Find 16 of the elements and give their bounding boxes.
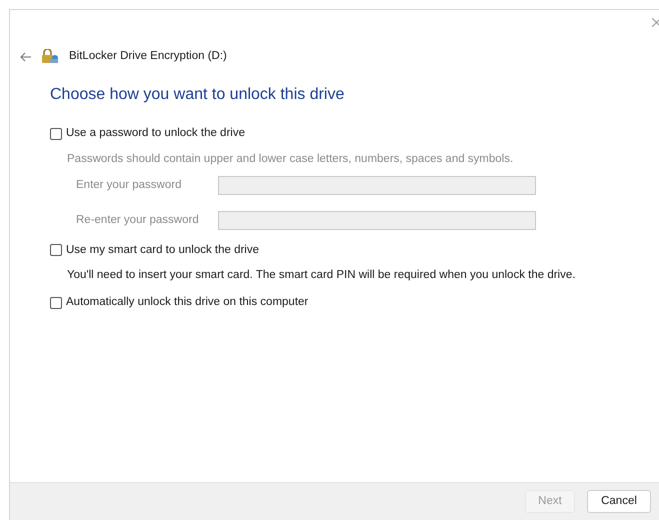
window-title: BitLocker Drive Encryption (D:)	[69, 49, 227, 64]
field-label: Re-enter your password	[76, 212, 200, 228]
checkbox[interactable]	[50, 244, 62, 256]
option-description: You'll need to insert your smart card. The smart card PIN will be required when you unlock the drive.	[67, 268, 576, 283]
cancel-button[interactable]: Cancel	[587, 490, 651, 513]
close-icon[interactable]	[652, 18, 659, 27]
checkbox[interactable]	[50, 128, 62, 140]
back-arrow-icon[interactable]	[20, 52, 32, 62]
option-description: Passwords should contain upper and lower case letters, numbers, spaces and symbols.	[67, 152, 514, 166]
field-label: Enter your password	[76, 178, 182, 193]
page-heading: Choose how you want to unlock this drive	[50, 85, 346, 106]
checkbox-label[interactable]: Use my smart card to unlock the drive	[66, 242, 260, 259]
drive-lock-icon	[42, 49, 59, 64]
checkbox[interactable]	[50, 296, 62, 309]
checkbox-label[interactable]: Use a password to unlock the drive	[66, 125, 245, 142]
checkbox-label[interactable]: Automatically unlock this drive on this computer	[66, 294, 308, 312]
